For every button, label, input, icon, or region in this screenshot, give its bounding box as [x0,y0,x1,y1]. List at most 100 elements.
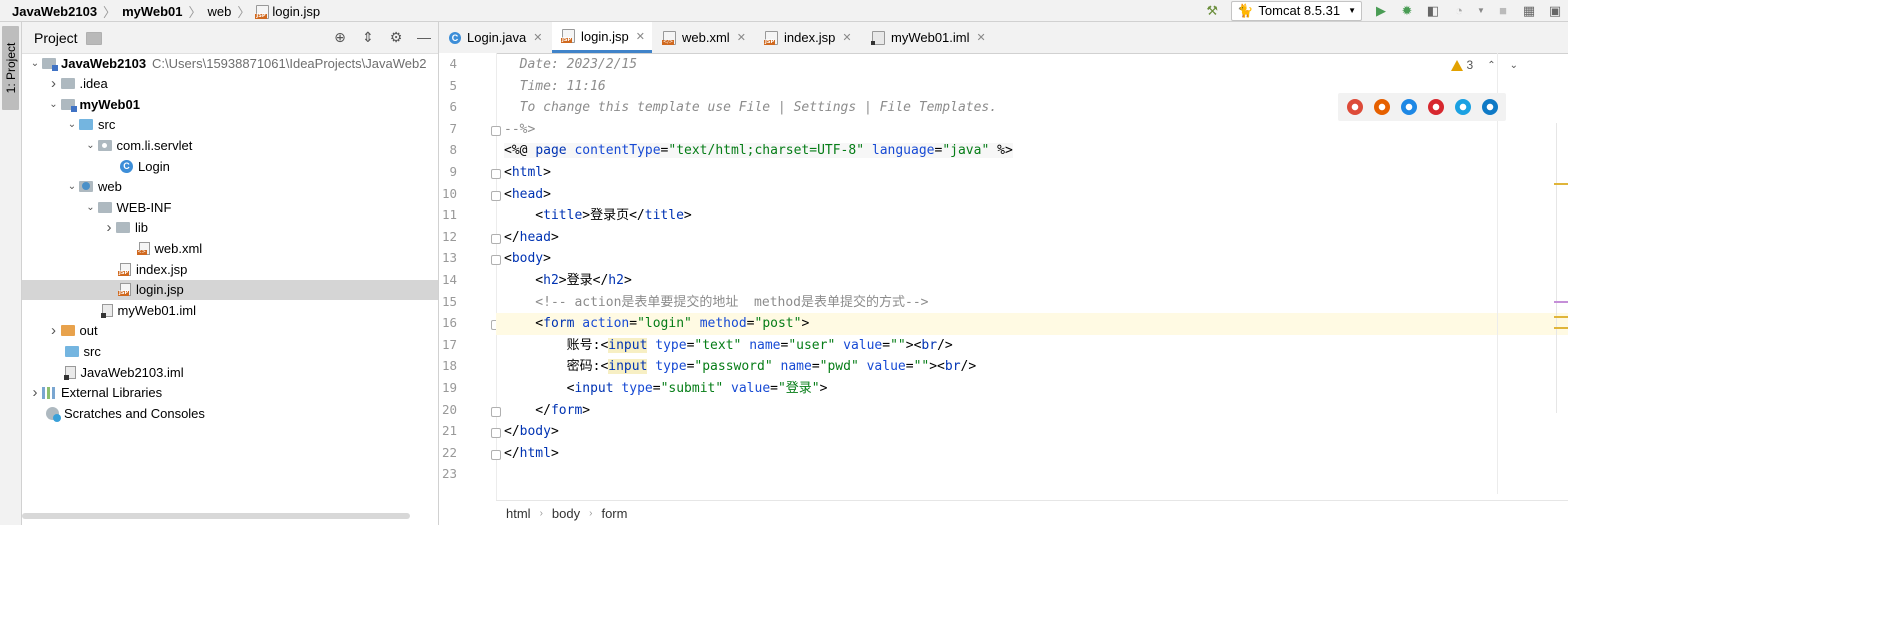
chevron-right-icon[interactable]: › [28,384,42,401]
run-icon[interactable]: ▶ [1373,3,1389,19]
close-icon[interactable]: ✕ [977,31,986,44]
tree-item[interactable]: JavaWeb2103.iml [22,362,438,382]
iml-file-icon [871,30,885,45]
code-token: < [504,251,512,267]
tree-item[interactable]: ⌄ WEB-INF [22,197,438,217]
horizontal-scrollbar[interactable] [22,513,410,519]
close-icon[interactable]: ✕ [533,31,542,44]
warning-mark[interactable] [1554,183,1568,185]
vertical-scrollbar[interactable] [1556,123,1568,413]
debug-icon[interactable]: ✹ [1399,3,1415,19]
fold-marker-icon[interactable] [491,233,501,244]
internet-explorer-icon[interactable] [1454,99,1471,115]
output-folder-icon [60,325,75,337]
fold-marker-icon[interactable] [491,406,501,417]
opera-icon[interactable] [1427,99,1444,115]
tree-item[interactable]: ⌄ com.li.servlet [22,135,438,155]
coverage-icon[interactable]: ◧ [1425,3,1441,19]
chevron-down-icon[interactable]: ⌄ [84,140,98,151]
code-token: > [543,251,551,267]
tree-item[interactable]: myWeb01.iml [22,300,438,320]
code-token: </ [504,445,520,461]
warning-mark[interactable] [1554,316,1568,318]
chevron-down-icon[interactable]: ⌄ [47,99,61,110]
firefox-icon[interactable] [1373,99,1390,115]
safari-icon[interactable] [1400,99,1417,115]
fold-marker-icon[interactable] [491,449,501,460]
chevron-up-icon[interactable]: ⌃ [1487,60,1495,71]
tree-item[interactable]: › out [22,321,438,341]
line-number: 15 [441,293,457,309]
collapse-all-icon[interactable]: ⇕ [360,29,376,45]
tab-index-jsp[interactable]: index.jsp ✕ [755,22,860,53]
code-token: body [511,251,544,267]
error-stripe [1496,53,1568,500]
fold-marker-icon[interactable] [491,125,501,136]
tab-web-xml[interactable]: web.xml ✕ [653,22,753,53]
project-tool-window-tab[interactable]: 1: Project [2,26,19,110]
code-token: --%> [504,121,536,137]
chevron-down-icon[interactable]: ⌄ [28,58,42,69]
stop-icon[interactable]: ■ [1495,3,1511,19]
run-configuration-select[interactable]: 🐈 Tomcat 8.5.31 ▼ [1231,0,1362,21]
build-hammer-icon[interactable]: ⚒ [1204,3,1220,19]
chevron-right-icon[interactable]: › [47,322,61,339]
code-token: br [921,337,938,353]
chrome-icon[interactable] [1346,99,1363,115]
crumb-file[interactable]: login.jsp [272,4,320,19]
info-mark[interactable] [1554,301,1568,303]
tree-item[interactable]: Login [22,156,438,176]
breadcrumb-item[interactable]: form [601,506,627,521]
code-token: title [644,208,684,224]
crumb-project[interactable]: JavaWeb2103 [12,4,97,19]
tree-item[interactable]: ⌄ web [22,177,438,197]
close-icon[interactable]: ✕ [737,31,746,44]
chevron-down-icon[interactable]: ⌄ [65,181,79,192]
tree-item[interactable]: › External Libraries [22,383,438,403]
tree-item[interactable]: ⌄ JavaWeb2103 C:\Users\15938871061\IdeaPro… [22,53,438,73]
breadcrumb-item[interactable]: body [552,506,580,521]
code-line: <input type="submit" value="登录"> [504,378,828,400]
crumb-module[interactable]: myWeb01 [122,4,182,19]
chevron-down-icon[interactable]: ▼ [1477,3,1485,19]
fold-marker-icon[interactable] [491,255,501,266]
tree-item[interactable]: Scratches and Consoles [22,403,438,423]
close-icon[interactable]: ✕ [636,30,645,43]
tree-item[interactable]: ⌄ src [22,115,438,135]
tree-item[interactable]: web.xml [22,238,438,258]
locate-icon[interactable]: ⊕ [332,29,348,45]
warning-mark[interactable] [1554,327,1568,329]
chevron-down-icon[interactable]: ⌄ [65,119,79,130]
breadcrumb-item[interactable]: html [506,506,531,521]
fold-marker-icon[interactable] [491,428,501,439]
chevron-down-icon[interactable]: ⌄ [84,202,98,213]
tab-login-jsp[interactable]: login.jsp ✕ [552,22,652,53]
project-view-select[interactable]: Project ▼ [34,30,102,46]
code-token: </ [504,402,551,418]
chevron-right-icon[interactable]: › [102,219,116,236]
search-everywhere-icon[interactable]: ▣ [1547,3,1563,19]
line-number: 22 [441,444,457,460]
tree-item[interactable]: login.jsp [22,279,438,300]
fold-marker-icon[interactable] [491,190,501,201]
tree-item[interactable]: › .idea [22,74,438,94]
code-token: html [519,445,551,461]
profile-icon[interactable]: ◔ [1451,3,1467,19]
tab-login-java[interactable]: Login.java ✕ [439,22,550,53]
fold-marker-icon[interactable] [491,169,501,179]
gear-icon[interactable]: ⚙ [388,29,404,45]
tab-myweb01-iml[interactable]: myWeb01.iml ✕ [862,22,987,53]
tree-item[interactable]: › lib [22,218,438,238]
hide-icon[interactable]: — [416,29,432,45]
tree-item[interactable]: ⌄ myWeb01 [22,94,438,114]
code-token [864,143,872,159]
close-icon[interactable]: ✕ [842,31,851,44]
crumb-folder[interactable]: web [208,4,232,19]
tree-item[interactable]: src [22,341,438,361]
chevron-right-icon[interactable]: › [47,75,61,92]
iml-file-icon [100,303,113,318]
code-token: < [504,208,544,224]
tree-item[interactable]: index.jsp [22,259,438,279]
project-structure-icon[interactable]: ▦ [1521,3,1537,19]
code-token: 账号:< [504,337,609,353]
